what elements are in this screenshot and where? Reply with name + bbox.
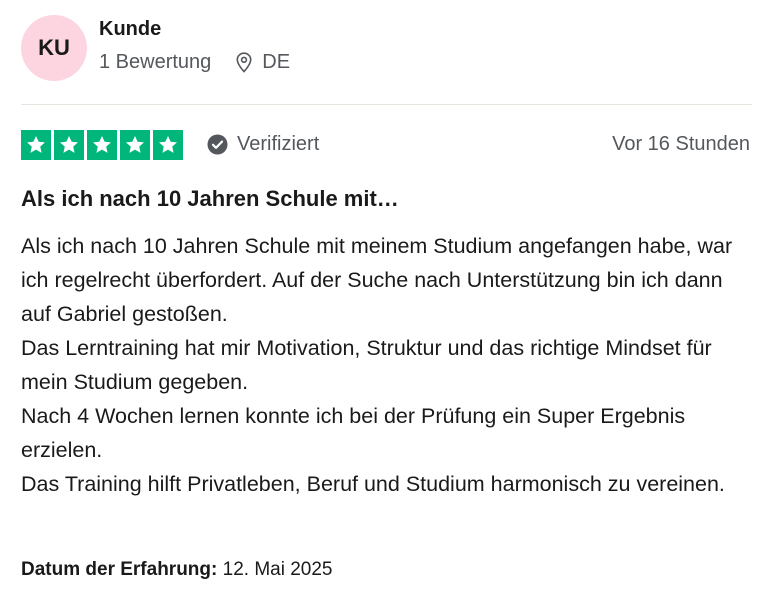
review-paragraph: Nach 4 Wochen lernen konnte ich bei der … xyxy=(21,404,686,462)
verified-check-icon xyxy=(207,134,228,155)
location-pin-icon xyxy=(236,52,252,73)
reviewer-name[interactable]: Kunde xyxy=(99,18,161,41)
experience-value: 12. Mai 2025 xyxy=(222,559,333,580)
star-icon xyxy=(120,130,150,160)
review-paragraph: Das Lerntraining hat mir Motivation, Str… xyxy=(21,336,712,394)
review-paragraph: Das Training hilft Privatleben, Beruf un… xyxy=(21,472,725,496)
star-rating xyxy=(21,130,186,160)
review-paragraph: Als ich nach 10 Jahren Schule mit meinem… xyxy=(21,234,733,326)
avatar[interactable]: KU xyxy=(21,15,87,81)
reviewer-meta: 1 Bewertung DE xyxy=(99,51,290,74)
review-card: KU Kunde 1 Bewertung DE Verifiziert Vor … xyxy=(21,0,752,592)
verified-badge[interactable]: Verifiziert xyxy=(207,133,319,156)
experience-label: Datum der Erfahrung: xyxy=(21,559,218,580)
review-date: Vor 16 Stunden xyxy=(612,133,750,155)
review-count: 1 Bewertung xyxy=(99,51,212,73)
star-icon xyxy=(153,130,183,160)
reviewer-country: DE xyxy=(262,51,291,73)
star-icon xyxy=(87,130,117,160)
review-body: Als ich nach 10 Jahren Schule mit meinem… xyxy=(21,229,746,501)
divider xyxy=(21,104,752,105)
experience-date: Datum der Erfahrung: 12. Mai 2025 xyxy=(21,559,333,581)
star-icon xyxy=(54,130,84,160)
review-title[interactable]: Als ich nach 10 Jahren Schule mit… xyxy=(21,186,399,212)
verified-label: Verifiziert xyxy=(237,133,320,155)
star-icon xyxy=(21,130,51,160)
